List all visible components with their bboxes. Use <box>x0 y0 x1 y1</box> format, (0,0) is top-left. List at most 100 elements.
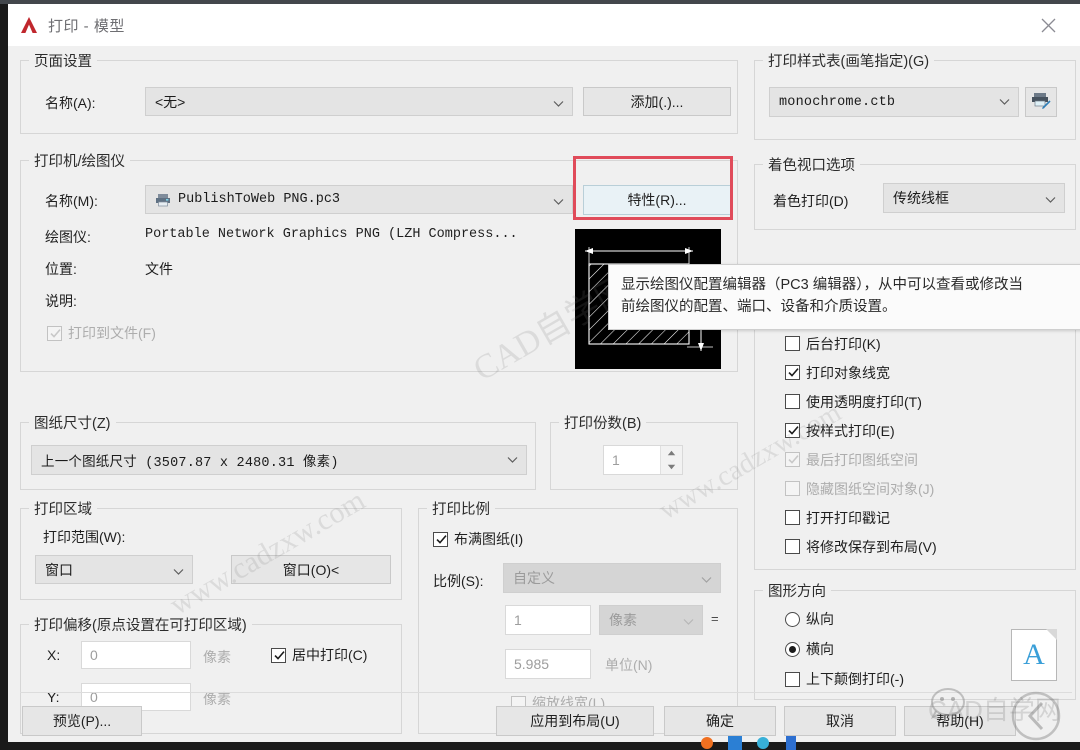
taskbar-icons <box>700 736 798 750</box>
checkbox-box <box>433 531 448 547</box>
fit-to-paper-checkbox[interactable]: 布满图纸(I) <box>433 529 523 549</box>
checkbox-box <box>785 423 800 438</box>
copies-group: 打印份数(B) 1 <box>550 412 738 490</box>
plot-area-legend: 打印区域 <box>29 498 97 519</box>
plot-style-value: monochrome.ctb <box>779 94 896 110</box>
ok-button[interactable]: 确定 <box>664 706 776 736</box>
spinner-up-icon[interactable] <box>661 446 682 460</box>
center-plot-checkbox[interactable]: 居中打印(C) <box>271 645 367 665</box>
fit-to-paper-label: 布满图纸(I) <box>454 531 524 547</box>
scale-denominator-input[interactable]: 5.985 <box>505 649 591 679</box>
cancel-button[interactable]: 取消 <box>784 706 896 736</box>
checkbox-box <box>47 325 62 341</box>
chevron-down-icon <box>507 454 518 465</box>
close-icon[interactable] <box>1030 12 1066 38</box>
help-button[interactable]: 帮助(H) <box>904 706 1016 736</box>
title-bar: 打印 - 模型 <box>8 4 1080 46</box>
scale-numerator-unit: 像素 <box>609 612 637 628</box>
description-label: 说明: <box>45 293 77 309</box>
checkbox-box <box>785 671 800 687</box>
printer-legend: 打印机/绘图仪 <box>29 150 131 171</box>
plot-range-combo[interactable]: 窗口 <box>35 555 193 584</box>
chevron-down-icon <box>683 614 694 625</box>
plot-option-label-0: 后台打印(K) <box>806 335 881 352</box>
orientation-group: 图形方向 纵向 横向 上下颠倒打印(-) A <box>754 580 1076 700</box>
chevron-down-icon <box>999 96 1010 107</box>
orientation-landscape-radio[interactable]: 横向 <box>785 639 834 659</box>
plot-option-2[interactable]: 使用透明度打印(T) <box>785 387 1067 416</box>
scale-combo[interactable]: 自定义 <box>503 563 721 593</box>
upside-down-label: 上下颠倒打印(-) <box>806 671 904 687</box>
window-pick-button[interactable]: 窗口(O)< <box>231 555 391 584</box>
plot-options-group: 打印选项 后台打印(K)打印对象线宽使用透明度打印(T)按样式打印(E)最后打印… <box>754 298 1076 570</box>
plot-option-label-4: 最后打印图纸空间 <box>806 451 918 468</box>
printer-name-combo[interactable]: PublishToWeb PNG.pc3 <box>145 185 573 214</box>
plot-to-file-label: 打印到文件(F) <box>68 325 156 341</box>
printer-icon <box>155 193 171 207</box>
plot-option-label-1: 打印对象线宽 <box>806 364 890 381</box>
add-page-setup-button[interactable]: 添加(.)... <box>583 87 731 116</box>
checkbox-box <box>785 510 800 525</box>
page-setup-legend: 页面设置 <box>29 50 97 71</box>
autocad-a-icon <box>18 14 40 36</box>
window-title: 打印 - 模型 <box>48 17 125 35</box>
ime-icon[interactable] <box>728 736 742 750</box>
properties-button[interactable]: 特性(R)... <box>583 185 731 215</box>
apply-to-layout-button[interactable]: 应用到布局(U) <box>496 706 654 736</box>
desktop-left-edge <box>0 0 8 750</box>
radio-circle <box>785 641 800 657</box>
plot-option-label-5: 隐藏图纸空间对象(J) <box>806 480 935 497</box>
printer-name-value: PublishToWeb PNG.pc3 <box>178 192 341 207</box>
cancel-label: 取消 <box>826 713 854 729</box>
copies-stepper[interactable]: 1 <box>603 445 683 475</box>
orientation-preview-icon: A <box>1011 629 1057 681</box>
offset-x-label: X: <box>47 647 61 663</box>
plot-option-6[interactable]: 打开打印戳记 <box>785 503 1067 532</box>
orientation-portrait-label: 纵向 <box>806 611 834 627</box>
shade-plot-value: 传统线框 <box>893 190 949 206</box>
plot-option-3[interactable]: 按样式打印(E) <box>785 416 1067 445</box>
scale-label: 比例(S): <box>433 573 484 589</box>
center-plot-label: 居中打印(C) <box>292 647 368 663</box>
page-setup-name-value: <无> <box>155 93 186 110</box>
checkbox-box <box>785 394 800 409</box>
chevron-down-icon <box>1045 192 1056 203</box>
add-page-setup-label: 添加(.)... <box>630 93 684 110</box>
scale-numerator-input[interactable]: 1 <box>505 605 591 635</box>
preview-button[interactable]: 预览(P)... <box>22 706 142 736</box>
location-label: 位置: <box>45 261 77 277</box>
shade-plot-combo[interactable]: 传统线框 <box>883 183 1065 213</box>
page-setup-name-combo[interactable]: <无> <box>145 87 573 116</box>
orientation-portrait-radio[interactable]: 纵向 <box>785 609 834 629</box>
paper-size-combo[interactable]: 上一个图纸尺寸 (3507.87 x 2480.31 像素) <box>31 445 527 475</box>
preview-label: 预览(P)... <box>52 713 112 729</box>
plot-option-7[interactable]: 将修改保存到布局(V) <box>785 532 1067 561</box>
emoji-icon[interactable] <box>756 736 770 750</box>
paper-size-group: 图纸尺寸(Z) 上一个图纸尺寸 (3507.87 x 2480.31 像素) <box>20 412 536 490</box>
plot-option-label-3: 按样式打印(E) <box>806 422 895 439</box>
scale-equals-glyph: = <box>711 611 719 626</box>
offset-x-value: 0 <box>90 647 98 663</box>
window-pick-label: 窗口(O)< <box>282 561 340 578</box>
app-icon[interactable] <box>784 736 798 750</box>
plot-area-group: 打印区域 打印范围(W): 窗口 窗口(O)< <box>20 498 402 600</box>
plot-option-0[interactable]: 后台打印(K) <box>785 329 1067 358</box>
plot-dialog-screenshot: 打印 - 模型 CAD自学网 www.cadzxw.com www.cadzxw… <box>0 0 1080 750</box>
footer-separator <box>20 692 1072 693</box>
spinner-down-icon[interactable] <box>661 460 682 474</box>
scale-numerator-unit-combo[interactable]: 像素 <box>599 605 703 635</box>
radio-dot <box>789 645 796 653</box>
orientation-legend: 图形方向 <box>763 580 831 601</box>
browser-icon[interactable] <box>700 736 714 750</box>
plot-style-editor-button[interactable] <box>1025 87 1057 117</box>
page-setup-name-label: 名称(A): <box>45 95 96 111</box>
spinner-arrows[interactable] <box>660 446 682 474</box>
tooltip-line-2: 前绘图仪的配置、端口、设备和介质设置。 <box>621 299 897 316</box>
upside-down-checkbox[interactable]: 上下颠倒打印(-) <box>785 669 904 689</box>
orientation-landscape-label: 横向 <box>806 641 834 657</box>
page-fold-corner <box>1046 629 1057 640</box>
plot-style-combo[interactable]: monochrome.ctb <box>769 87 1019 117</box>
plot-option-1[interactable]: 打印对象线宽 <box>785 358 1067 387</box>
plot-to-file-checkbox: 打印到文件(F) <box>47 323 156 343</box>
offset-x-input[interactable]: 0 <box>81 641 191 669</box>
